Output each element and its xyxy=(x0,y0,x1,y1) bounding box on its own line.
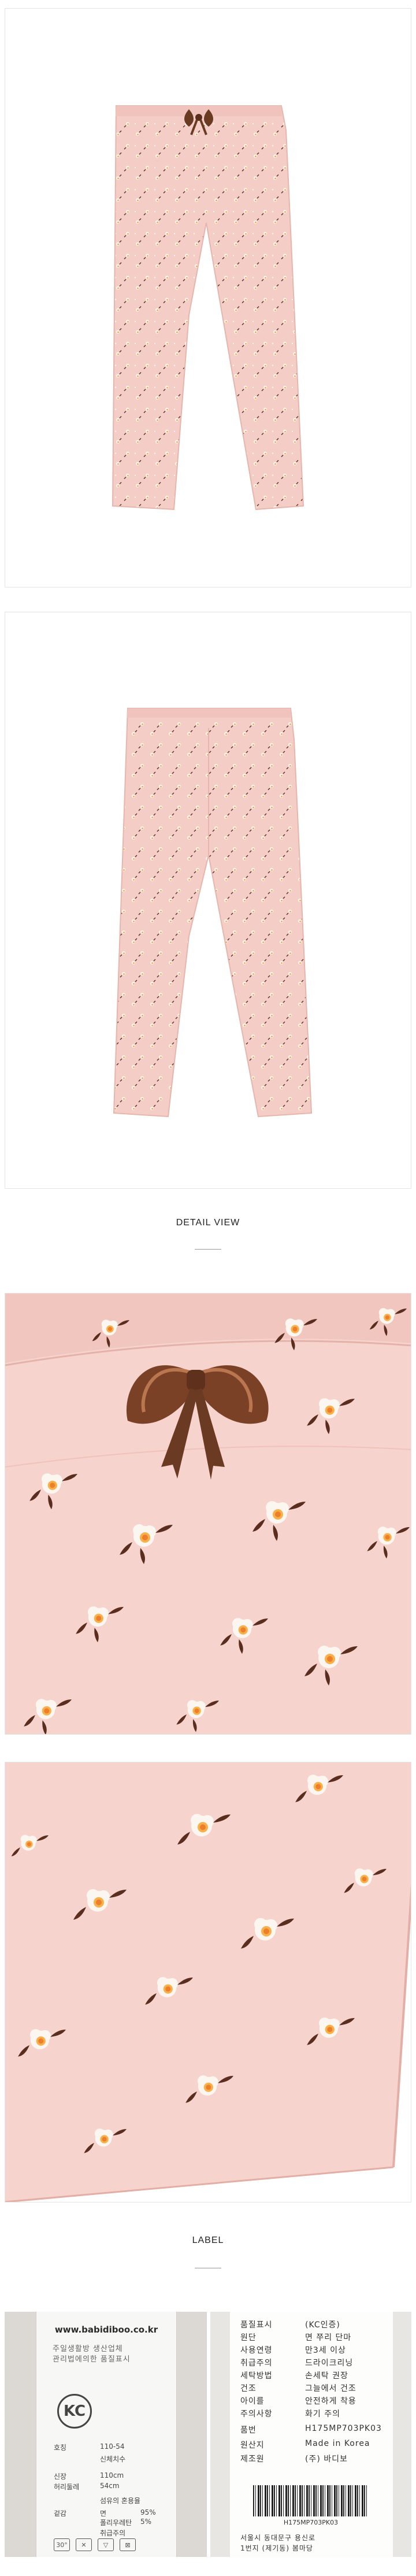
product-image-back xyxy=(5,612,411,1189)
product-detail-page: DETAIL VIEW LABEL www.babidiboo.co.kr 주일… xyxy=(0,0,416,2576)
style-row: 호칭 110-54 xyxy=(54,2442,125,2452)
care-label-url: www.babidiboo.co.kr xyxy=(54,2324,158,2335)
no-bleach-icon: ✕ xyxy=(76,2538,92,2551)
waistband-closeup-illustration xyxy=(5,1293,411,1734)
tag-line-7: 아이를 안전하게 착용 xyxy=(240,2397,356,2406)
tag-line-5: 세탁방법 손세탁 권장 xyxy=(240,2371,348,2381)
kc-certification-icon: KC xyxy=(57,2394,92,2429)
height-row: 신장 110cm xyxy=(54,2471,124,2481)
tag-origin: 원산지 Made in Korea xyxy=(240,2439,370,2450)
tag-line-6: 건조 그늘에서 건조 xyxy=(240,2384,356,2393)
tag-line-1: 품질표시 (KC인증) xyxy=(240,2320,340,2330)
wash-30-icon: 30° xyxy=(54,2538,70,2551)
barcode-number: H175MP703PK03 xyxy=(283,2519,339,2526)
bleach-triangle-icon: ▽ xyxy=(98,2538,114,2551)
tag-line-8: 주의사항 화기 주의 xyxy=(240,2409,340,2419)
product-image-front xyxy=(5,8,411,587)
detail-view-heading: DETAIL VIEW xyxy=(176,1218,240,1228)
hem-closeup-illustration xyxy=(5,1762,411,2202)
no-tumble-dry-icon: ⊠ xyxy=(120,2538,136,2551)
care-label-photo: www.babidiboo.co.kr 주일생활방 생산업체 관리법에의한 품질… xyxy=(5,2312,207,2557)
fiber-row-1: 겉감 면 95% xyxy=(54,2508,156,2518)
detail-heading-divider xyxy=(195,1249,221,1250)
care-symbols: 30° ✕ ▽ ⊠ xyxy=(54,2538,136,2551)
maker-line-2: 관리법에의한 품질표시 xyxy=(53,2355,131,2364)
label-heading: LABEL xyxy=(192,2235,224,2245)
leggings-back-illustration xyxy=(113,708,313,1118)
closeup-waistband-bow xyxy=(5,1293,411,1735)
tag-line-2: 원단 면 쭈리 단마 xyxy=(240,2333,352,2342)
tag-vendor: 제조원 (주) 바디보 xyxy=(240,2455,348,2464)
tag-address-1: 서울시 동대문구 용신로 xyxy=(240,2534,316,2542)
maker-line-1: 주일생활방 생산업체 xyxy=(53,2345,123,2353)
waist-row: 허리둘레 54cm xyxy=(54,2482,120,2491)
tag-line-4: 취급주의 드라이크리닝 xyxy=(240,2359,354,2368)
tag-address-2: 1번지 (제기동) 봄마당 xyxy=(240,2544,313,2552)
care-label-maker: 주일생활방 생산업체 관리법에의한 품질표시 xyxy=(53,2344,162,2365)
care-label: www.babidiboo.co.kr 주일생활방 생산업체 관리법에의한 품질… xyxy=(36,2312,177,2557)
leggings-front-illustration xyxy=(112,105,304,511)
tag-model-number: 품번 H175MP703PK03 xyxy=(240,2424,382,2435)
product-tag-photo: 품질표시 (KC인증) 원단 면 쭈리 단마 사용연령 만3세 이상 취급주의 드라이크… xyxy=(210,2312,411,2557)
product-tag: 품질표시 (KC인증) 원단 면 쭈리 단마 사용연령 만3세 이상 취급주의 드라이크… xyxy=(230,2312,393,2557)
tag-line-3: 사용연령 만3세 이상 xyxy=(240,2346,346,2355)
barcode-icon xyxy=(253,2485,369,2516)
closeup-leg-hem xyxy=(5,1762,411,2202)
